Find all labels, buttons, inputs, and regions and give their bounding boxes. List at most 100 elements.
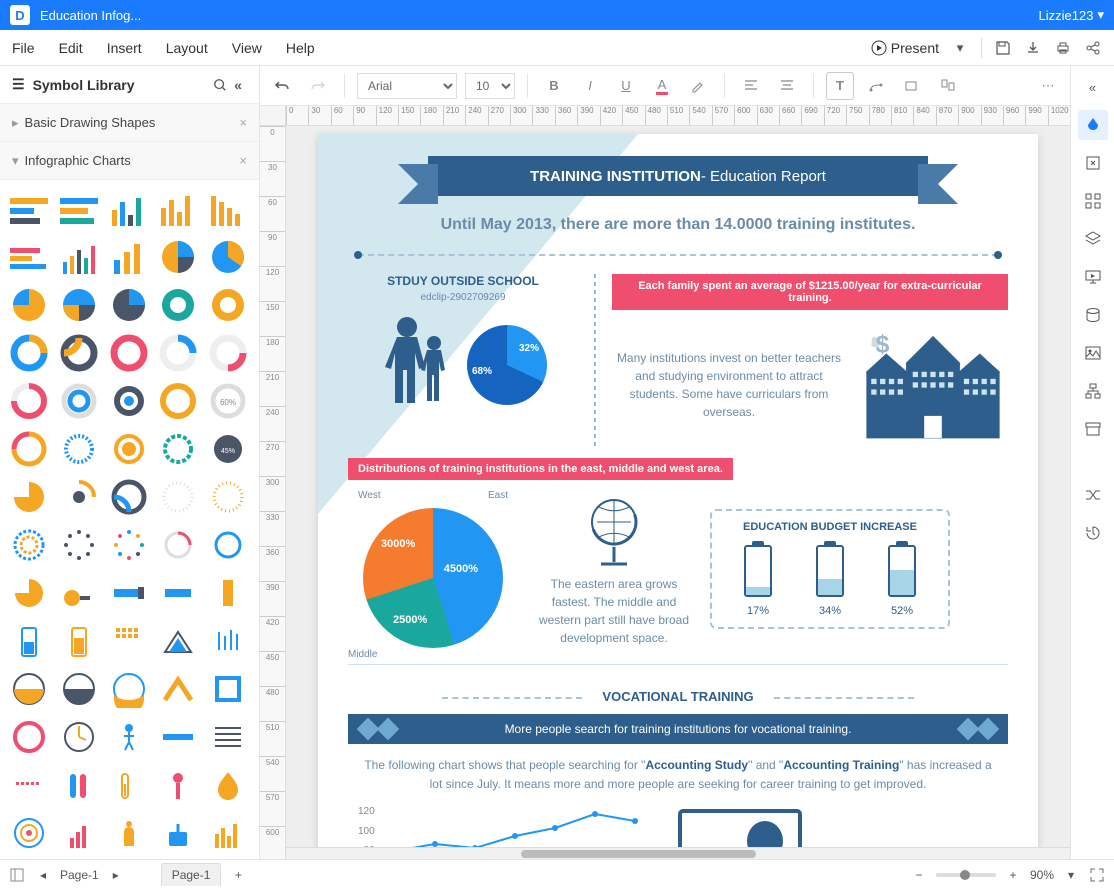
shape-thumbnail[interactable] bbox=[207, 476, 249, 518]
close-section-icon[interactable]: × bbox=[239, 153, 247, 168]
vocational-title[interactable]: VOCATIONAL TRAINING bbox=[582, 689, 773, 704]
shape-thumbnail[interactable] bbox=[108, 764, 150, 806]
battery-52[interactable]: 52% bbox=[884, 541, 920, 617]
shape-thumbnail[interactable] bbox=[207, 332, 249, 374]
database-rail-icon[interactable] bbox=[1078, 300, 1108, 330]
shape-thumbnail[interactable] bbox=[207, 716, 249, 758]
shape-thumbnail[interactable] bbox=[157, 620, 199, 662]
battery-34[interactable]: 34% bbox=[812, 541, 848, 617]
shape-thumbnail[interactable] bbox=[157, 812, 199, 854]
shape-thumbnail[interactable] bbox=[207, 764, 249, 806]
people-icon[interactable] bbox=[379, 315, 459, 405]
shape-thumbnail[interactable] bbox=[8, 380, 50, 422]
canvas-page[interactable]: TRAINING INSTITUTION - Education Report … bbox=[318, 134, 1038, 859]
shape-thumbnail[interactable] bbox=[207, 524, 249, 566]
shape-thumbnail[interactable] bbox=[58, 476, 100, 518]
shape-thumbnail[interactable] bbox=[108, 332, 150, 374]
shape-thumbnail[interactable] bbox=[108, 380, 150, 422]
shape-thumbnail[interactable] bbox=[8, 332, 50, 374]
shape-thumbnail[interactable]: 60% bbox=[207, 380, 249, 422]
study-outside-heading[interactable]: STDUY OUTSIDE SCHOOL bbox=[348, 274, 578, 288]
shape-thumbnail[interactable] bbox=[108, 428, 150, 470]
shape-thumbnail[interactable] bbox=[8, 188, 50, 230]
shape-thumbnail[interactable] bbox=[157, 236, 199, 278]
shape-thumbnail[interactable] bbox=[8, 812, 50, 854]
canvas-scroll[interactable]: TRAINING INSTITUTION - Education Report … bbox=[286, 126, 1070, 859]
text-tool-button[interactable]: T bbox=[826, 72, 854, 100]
shape-thumbnail[interactable] bbox=[108, 572, 150, 614]
shape-thumbnail[interactable] bbox=[8, 668, 50, 710]
shape-button[interactable] bbox=[898, 72, 926, 100]
menu-edit[interactable]: Edit bbox=[59, 40, 83, 56]
shape-thumbnail[interactable] bbox=[58, 812, 100, 854]
add-page-button[interactable]: + bbox=[229, 866, 247, 884]
shape-thumbnail[interactable] bbox=[157, 188, 199, 230]
user-menu[interactable]: Lizzie123 ▾ bbox=[1039, 7, 1104, 23]
close-section-icon[interactable]: × bbox=[239, 115, 247, 130]
fill-icon[interactable] bbox=[1078, 110, 1108, 140]
shape-thumbnail[interactable] bbox=[58, 380, 100, 422]
shape-thumbnail[interactable] bbox=[8, 524, 50, 566]
save-icon[interactable] bbox=[994, 39, 1012, 57]
export-icon[interactable] bbox=[1024, 39, 1042, 57]
shape-thumbnail[interactable] bbox=[108, 236, 150, 278]
area-growth-text[interactable]: The eastern area grows fastest. The midd… bbox=[534, 575, 694, 647]
shape-thumbnail[interactable] bbox=[108, 284, 150, 326]
menu-file[interactable]: File bbox=[12, 40, 35, 56]
shape-thumbnail[interactable] bbox=[58, 524, 100, 566]
bold-button[interactable]: B bbox=[540, 72, 568, 100]
family-spend-banner[interactable]: Each family spent an average of $1215.00… bbox=[612, 274, 1008, 310]
menu-view[interactable]: View bbox=[232, 40, 262, 56]
shape-thumbnail[interactable] bbox=[108, 188, 150, 230]
align-left-button[interactable] bbox=[737, 72, 765, 100]
collapse-panel-icon[interactable]: « bbox=[229, 76, 247, 94]
presentation-rail-icon[interactable] bbox=[1078, 262, 1108, 292]
shape-thumbnail[interactable]: 45% bbox=[207, 428, 249, 470]
shape-thumbnail[interactable] bbox=[58, 620, 100, 662]
shape-thumbnail[interactable] bbox=[108, 524, 150, 566]
shape-thumbnail[interactable] bbox=[58, 284, 100, 326]
more-button[interactable]: ⋯ bbox=[1034, 72, 1062, 100]
shape-thumbnail[interactable] bbox=[207, 188, 249, 230]
shape-thumbnail[interactable] bbox=[58, 764, 100, 806]
globe-icon[interactable] bbox=[579, 492, 649, 572]
zoom-slider[interactable] bbox=[936, 873, 996, 877]
fit-screen-icon[interactable] bbox=[1088, 866, 1106, 884]
shape-thumbnail[interactable] bbox=[58, 716, 100, 758]
battery-17[interactable]: 17% bbox=[740, 541, 776, 617]
shape-thumbnail[interactable] bbox=[207, 620, 249, 662]
section-basic-shapes[interactable]: ▸Basic Drawing Shapes × bbox=[0, 104, 259, 142]
history-rail-icon[interactable] bbox=[1078, 518, 1108, 548]
shape-thumbnail[interactable] bbox=[108, 668, 150, 710]
shape-thumbnail[interactable] bbox=[108, 716, 150, 758]
building-icon[interactable]: $ bbox=[858, 320, 1008, 450]
shape-thumbnail[interactable] bbox=[157, 476, 199, 518]
shape-thumbnail[interactable] bbox=[157, 380, 199, 422]
title-banner[interactable]: TRAINING INSTITUTION - Education Report bbox=[428, 156, 928, 196]
shape-thumbnail[interactable] bbox=[157, 284, 199, 326]
shape-thumbnail[interactable] bbox=[157, 524, 199, 566]
shape-thumbnail[interactable] bbox=[207, 572, 249, 614]
distributions-banner[interactable]: Distributions of training institutions i… bbox=[348, 458, 733, 480]
italic-button[interactable]: I bbox=[576, 72, 604, 100]
layers-rail-icon[interactable] bbox=[1078, 224, 1108, 254]
menu-layout[interactable]: Layout bbox=[166, 40, 208, 56]
archive-rail-icon[interactable] bbox=[1078, 414, 1108, 444]
align-center-button[interactable] bbox=[773, 72, 801, 100]
shape-thumbnail[interactable] bbox=[157, 428, 199, 470]
shape-thumbnail[interactable] bbox=[207, 236, 249, 278]
shape-thumbnail[interactable] bbox=[8, 428, 50, 470]
undo-button[interactable] bbox=[268, 72, 296, 100]
shuffle-rail-icon[interactable] bbox=[1078, 480, 1108, 510]
shape-thumbnail[interactable] bbox=[8, 572, 50, 614]
tree-rail-icon[interactable] bbox=[1078, 376, 1108, 406]
shape-thumbnail[interactable] bbox=[58, 668, 100, 710]
shape-thumbnail[interactable] bbox=[207, 812, 249, 854]
outline-view-icon[interactable] bbox=[8, 866, 26, 884]
shape-thumbnail[interactable] bbox=[157, 572, 199, 614]
shape-thumbnail[interactable] bbox=[58, 572, 100, 614]
shape-thumbnail[interactable] bbox=[8, 236, 50, 278]
collapse-rail-icon[interactable]: « bbox=[1078, 72, 1108, 102]
shape-thumbnail[interactable] bbox=[8, 476, 50, 518]
menu-help[interactable]: Help bbox=[286, 40, 315, 56]
